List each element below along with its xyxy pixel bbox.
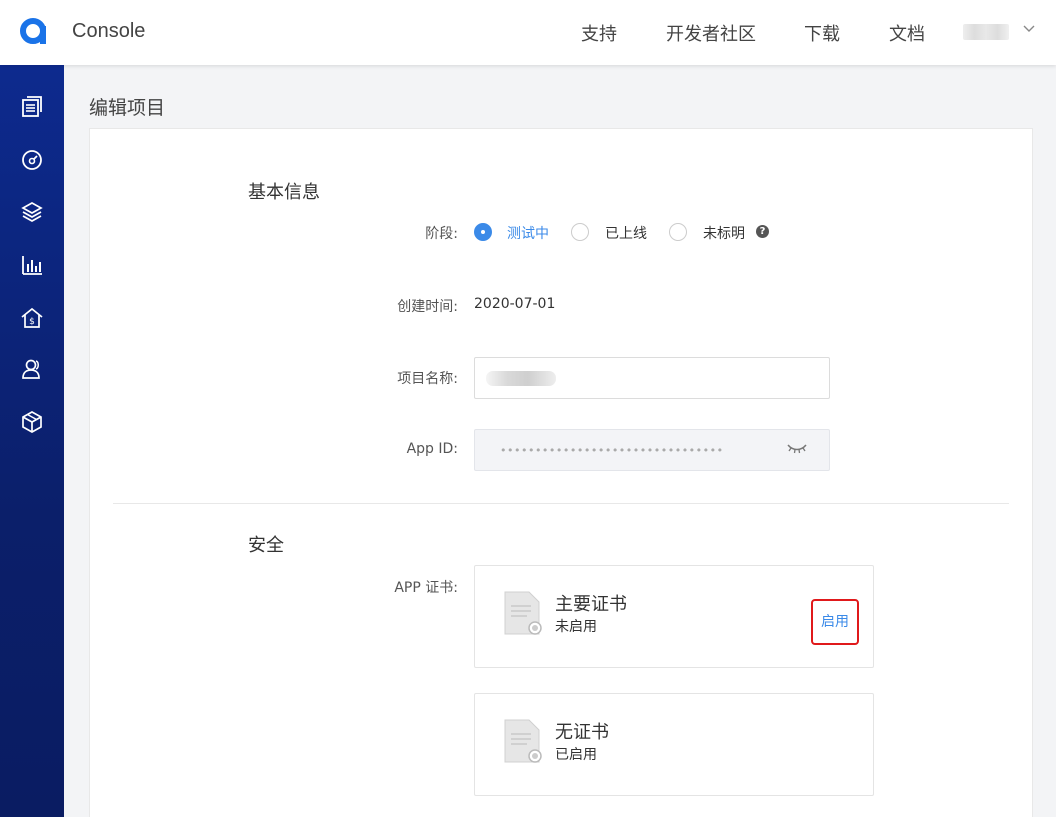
stage-option-live[interactable]: 已上线 <box>605 223 647 243</box>
basic-info-title: 基本信息 <box>248 182 320 203</box>
no-cert-status: 已启用 <box>555 747 597 763</box>
chevron-down-icon[interactable] <box>1022 22 1036 36</box>
nav-download[interactable]: 下载 <box>804 20 840 46</box>
top-bar: Console 支持 开发者社区 下载 文档 <box>0 0 1056 65</box>
gauge-icon[interactable] <box>20 148 44 172</box>
section-divider <box>113 503 1009 504</box>
no-cert-title: 无证书 <box>555 722 609 743</box>
project-name-value <box>486 371 556 386</box>
nav-docs[interactable]: 文档 <box>889 20 925 46</box>
cube-icon[interactable] <box>20 410 44 434</box>
app-id-masked: •••••••••••••••••••••••••••••••• <box>500 444 724 457</box>
nav-developer-community[interactable]: 开发者社区 <box>666 20 756 46</box>
logo-icon[interactable] <box>18 16 48 46</box>
stage-option-testing[interactable]: 测试中 <box>507 223 549 243</box>
no-cert-card: 无证书 已启用 <box>474 693 874 796</box>
sidebar: $ <box>0 65 64 817</box>
users-icon[interactable] <box>20 357 44 381</box>
certificate-icon <box>504 591 542 635</box>
created-time-value: 2020-07-01 <box>474 296 556 312</box>
stage-radio-testing[interactable] <box>474 223 492 241</box>
stage-radio-live[interactable] <box>571 223 589 241</box>
enable-button[interactable]: 启用 <box>811 599 859 645</box>
certificate-icon <box>504 719 542 763</box>
page-title: 编辑项目 <box>89 97 166 119</box>
document-list-icon[interactable] <box>20 95 44 119</box>
stage-label: 阶段: <box>425 226 458 242</box>
created-time-label: 创建时间: <box>397 299 458 315</box>
billing-icon[interactable]: $ <box>20 306 44 330</box>
stage-radio-unspecified[interactable] <box>669 223 687 241</box>
svg-text:$: $ <box>29 317 35 327</box>
stage-option-unspecified[interactable]: 未标明 <box>703 223 745 243</box>
eye-closed-icon[interactable] <box>786 441 808 455</box>
bar-chart-icon[interactable] <box>20 253 44 277</box>
primary-cert-title: 主要证书 <box>555 594 627 615</box>
user-avatar[interactable] <box>963 24 1009 40</box>
security-title: 安全 <box>248 535 284 556</box>
app-id-label: App ID: <box>406 441 458 457</box>
layers-icon[interactable] <box>20 200 44 224</box>
brand-name[interactable]: Console <box>72 20 145 43</box>
help-icon[interactable]: ? <box>756 225 769 238</box>
app-cert-label: APP 证书: <box>394 580 458 596</box>
project-name-label: 项目名称: <box>397 371 458 387</box>
primary-cert-status: 未启用 <box>555 619 597 635</box>
nav-support[interactable]: 支持 <box>581 20 617 46</box>
